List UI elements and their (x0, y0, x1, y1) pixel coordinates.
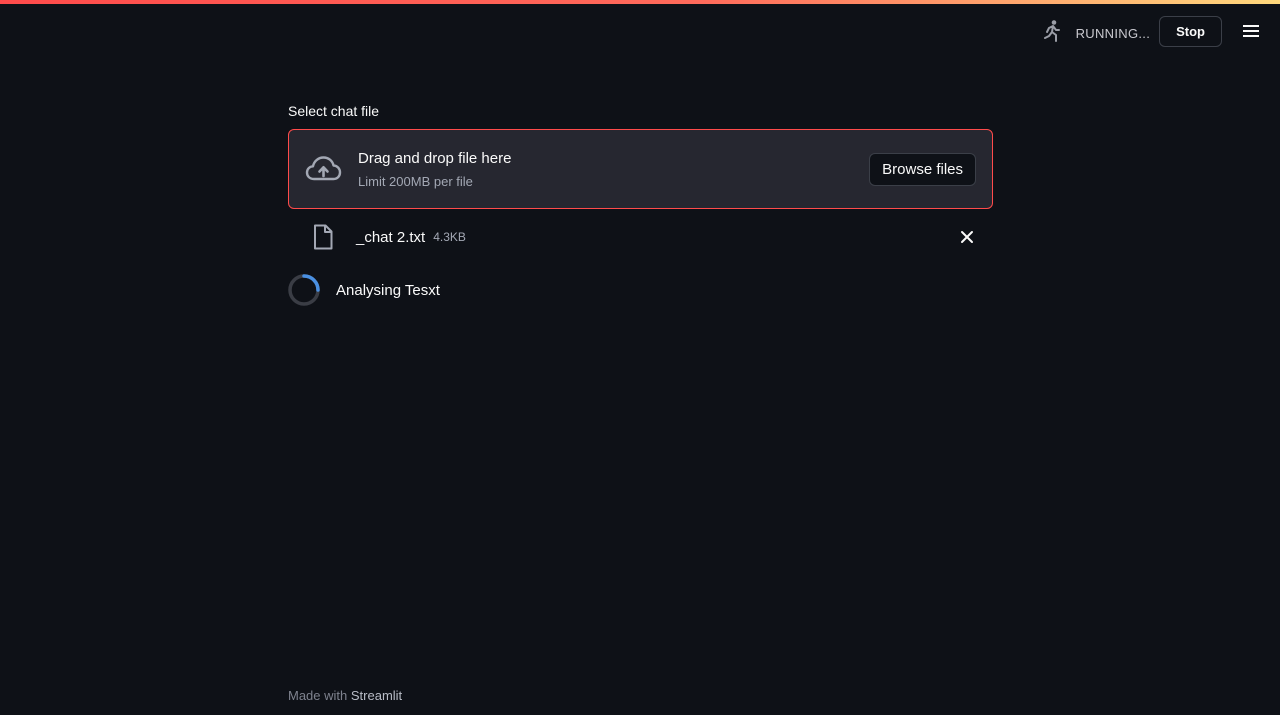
hamburger-menu-icon[interactable] (1242, 22, 1260, 40)
dropzone-size-limit: Limit 200MB per file (358, 173, 473, 189)
streamlit-link[interactable]: Streamlit (351, 688, 402, 703)
uploaded-file-row: _chat 2.txt 4.3KB (288, 217, 993, 257)
browse-files-button[interactable]: Browse files (869, 153, 976, 186)
footer-prefix: Made with (288, 688, 348, 703)
uploader-label: Select chat file (288, 103, 380, 119)
dropzone-title: Drag and drop file here (358, 149, 512, 167)
running-status-label: RUNNING... (1075, 25, 1151, 41)
spinner-message: Analysing Tesxt (336, 281, 440, 299)
uploaded-file-name: _chat 2.txt (356, 228, 426, 246)
cloud-upload-icon (305, 155, 342, 183)
uploaded-file-size: 4.3KB (433, 230, 466, 244)
spinner-status: Analysing Tesxt (288, 273, 993, 307)
footer: Made with Streamlit (288, 688, 402, 703)
file-dropzone[interactable]: Drag and drop file here Limit 200MB per … (288, 129, 993, 209)
stop-button[interactable]: Stop (1159, 15, 1222, 47)
dropzone-instructions: Drag and drop file here Limit 200MB per … (358, 150, 511, 189)
running-progress-stripe (0, 0, 1280, 4)
file-icon (312, 224, 334, 250)
app-header: RUNNING... Stop (1040, 14, 1260, 48)
loading-spinner-icon (288, 274, 320, 306)
close-icon[interactable] (959, 229, 975, 245)
main-content: Select chat file Drag and drop file here… (288, 103, 993, 307)
running-man-icon (1040, 19, 1064, 43)
